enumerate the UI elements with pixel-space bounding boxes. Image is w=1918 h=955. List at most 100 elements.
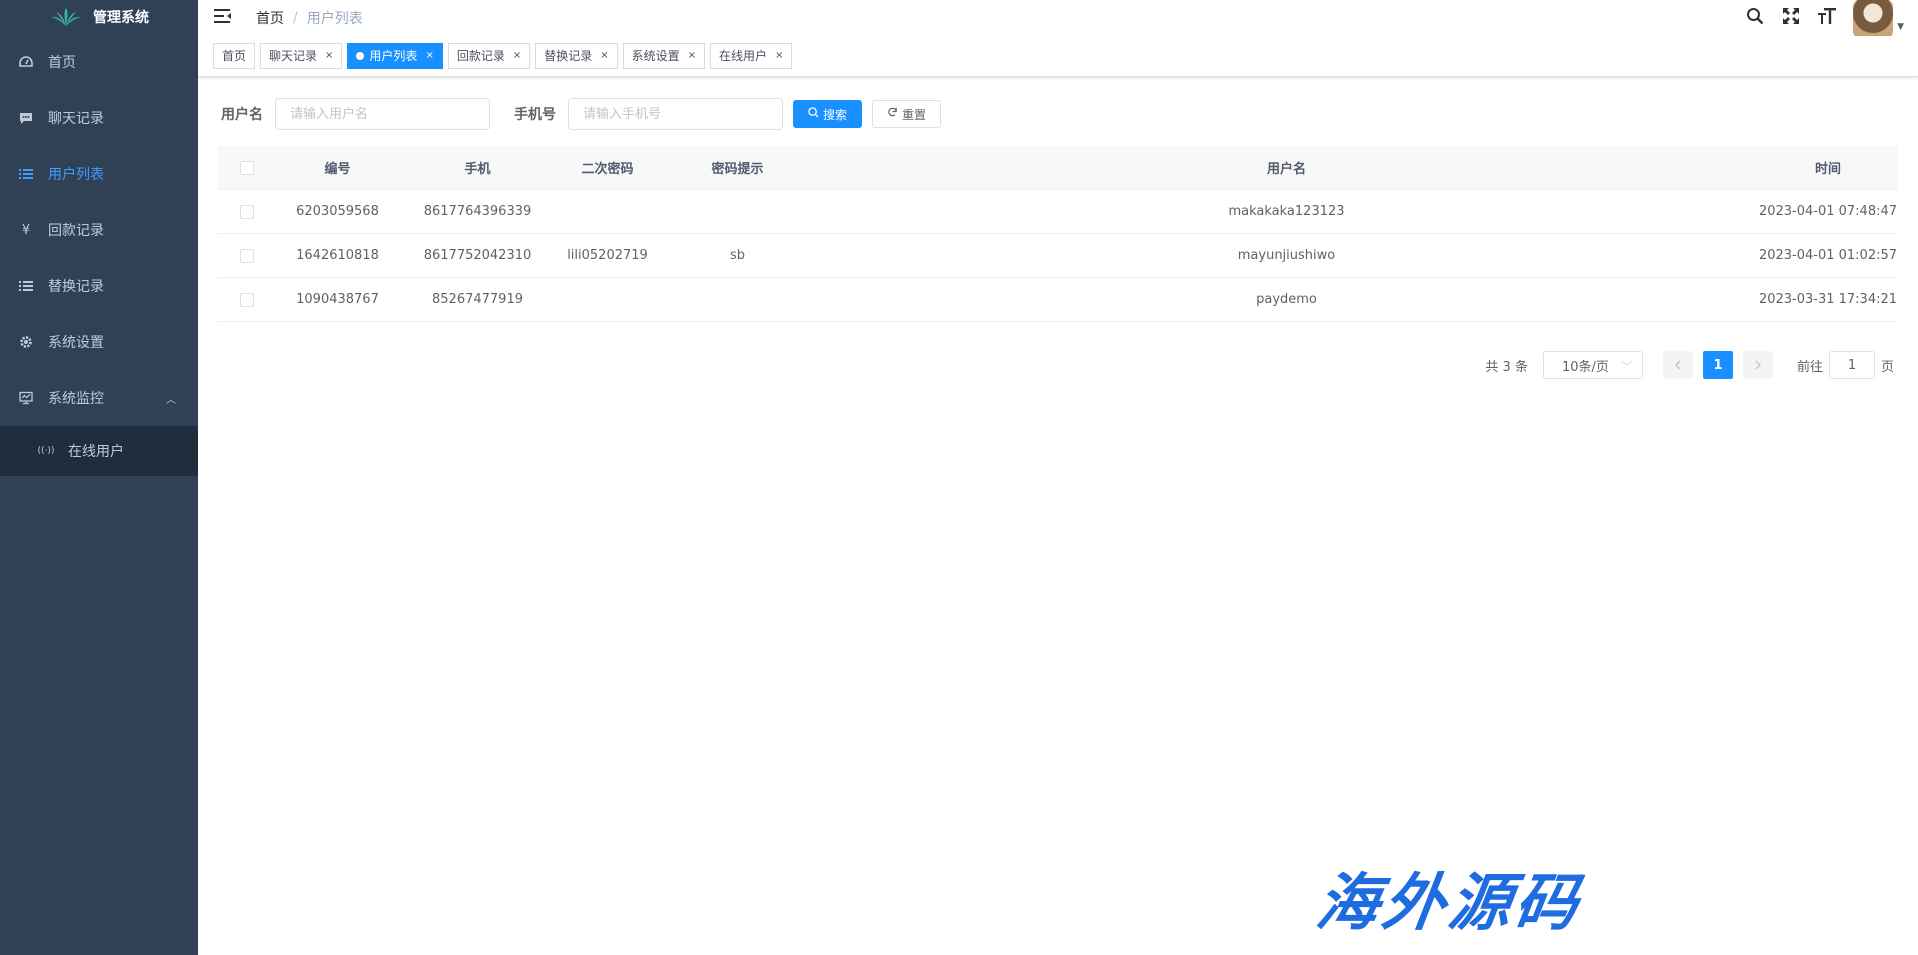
sidebar: 管理系统 首页 聊天记录 用户列表 ¥ 回款记录 替换记录 系统设置 系统监控 … — [0, 0, 198, 955]
sidebar-item-label: 在线用户 — [68, 444, 124, 460]
breadcrumb: 首页 / 用户列表 — [256, 8, 363, 28]
chat-icon — [18, 110, 34, 126]
online-icon: ((·)) — [37, 446, 55, 456]
search-icon — [808, 107, 819, 121]
goto-suffix: 页 — [1880, 359, 1894, 375]
phone-label: 手机号 — [514, 107, 556, 123]
search-form: 用户名 手机号 搜索 重置 — [221, 98, 1898, 130]
row-checkbox[interactable] — [239, 292, 254, 307]
sidebar-item-label: 替换记录 — [48, 279, 104, 295]
table-cell: 6203059568 — [296, 204, 379, 219]
tag-payment-records[interactable]: 回款记录 × — [447, 43, 531, 69]
page-jumper: 前往 页 — [1797, 351, 1894, 379]
breadcrumb-home[interactable]: 首页 — [256, 8, 284, 28]
table-cell: 1642610818 — [296, 248, 379, 263]
sidebar-item-replace-records[interactable]: 替换记录 — [0, 258, 198, 314]
username-label: 用户名 — [221, 107, 263, 123]
tag-online-users[interactable]: 在线用户 × — [710, 43, 793, 69]
goto-prefix: 前往 — [1796, 359, 1823, 375]
close-icon[interactable]: × — [513, 44, 521, 68]
table-row[interactable]: 6203059568 8617764396339 makakaka123123 … — [218, 190, 1898, 234]
table-cell: 2023-04-01 07:48:47 — [1758, 204, 1898, 219]
row-checkbox[interactable] — [239, 204, 254, 219]
row-checkbox[interactable] — [239, 248, 254, 263]
select-all-checkbox[interactable] — [239, 160, 254, 175]
breadcrumb-separator: / — [293, 10, 298, 26]
table-cell: lili05202719 — [567, 248, 648, 263]
pagination: 共 3 条 10条/页 ﹀ 1 前往 页 — [1485, 351, 1894, 379]
list-icon — [18, 278, 34, 294]
sidebar-item-home[interactable]: 首页 — [0, 34, 198, 90]
table-cell: 2023-04-01 01:02:57 — [1758, 248, 1898, 263]
sidebar-item-user-list[interactable]: 用户列表 — [0, 146, 198, 202]
table-cell: mayunjiushiwo — [1237, 248, 1336, 263]
close-icon[interactable]: × — [600, 44, 608, 68]
dashboard-icon — [18, 54, 34, 70]
avatar[interactable] — [1853, 0, 1894, 39]
search-button[interactable]: 搜索 — [793, 100, 863, 128]
column-header: 时间 — [1814, 162, 1841, 177]
fullscreen-icon[interactable] — [1781, 7, 1801, 30]
row-select-cell — [218, 204, 275, 219]
user-table: 编号 手机 二次密码 密码提示 用户名 时间 6203059568 861776… — [218, 146, 1898, 322]
next-page-button[interactable] — [1742, 351, 1773, 379]
caret-down-icon[interactable]: ▼ — [1897, 22, 1904, 32]
tag-home[interactable]: 首页 — [213, 43, 256, 69]
table-cell: 8617752042310 — [423, 248, 532, 263]
tag-label: 用户列表 — [369, 49, 418, 63]
column-header: 手机 — [464, 162, 491, 177]
sidebar-item-system-monitor[interactable]: 系统监控 ︿ — [0, 370, 198, 426]
table-row[interactable]: 1642610818 8617752042310 lili05202719 sb… — [218, 234, 1898, 278]
tag-label: 聊天记录 — [269, 49, 318, 63]
chevron-down-icon: ﹀ — [1621, 361, 1632, 373]
close-icon[interactable]: × — [688, 44, 696, 68]
table-cell: 85267477919 — [432, 292, 523, 307]
username-input[interactable] — [275, 98, 490, 130]
navbar: 首页 / 用户列表 ▼ — [198, 0, 1918, 39]
tag-replace-records[interactable]: 替换记录 × — [535, 43, 618, 69]
tag-system-settings[interactable]: 系统设置 × — [622, 43, 706, 69]
sidebar-item-label: 首页 — [48, 55, 76, 71]
sidebar-item-label: 回款记录 — [48, 223, 104, 239]
font-size-icon[interactable] — [1817, 7, 1837, 30]
search-icon[interactable] — [1745, 7, 1765, 30]
sidebar-item-label: 系统监控 — [48, 391, 104, 407]
table-cell: paydemo — [1256, 292, 1317, 307]
column-header: 二次密码 — [581, 162, 634, 177]
page-number-current[interactable]: 1 — [1702, 351, 1733, 379]
gear-icon — [18, 334, 34, 350]
menu-fold-icon[interactable] — [214, 8, 242, 29]
grass-leaf-logo-icon — [51, 8, 81, 26]
select-all-cell — [218, 160, 275, 175]
monitor-icon — [18, 390, 34, 406]
tag-label: 回款记录 — [456, 49, 505, 63]
table-cell: 8617764396339 — [423, 204, 532, 219]
tag-label: 在线用户 — [719, 49, 768, 63]
close-icon[interactable]: × — [325, 44, 333, 68]
row-select-cell — [218, 248, 275, 263]
sidebar-item-system-settings[interactable]: 系统设置 — [0, 314, 198, 370]
tag-user-list[interactable]: 用户列表 × — [347, 43, 443, 69]
app-logo[interactable]: 管理系统 — [0, 0, 198, 34]
table-cell: sb — [729, 248, 746, 263]
page-size-value: 10条/页 — [1561, 359, 1609, 375]
search-button-label: 搜索 — [823, 107, 848, 122]
sidebar-item-label: 用户列表 — [48, 167, 104, 183]
reset-button[interactable]: 重置 — [872, 100, 942, 128]
prev-page-button[interactable] — [1662, 351, 1693, 379]
page-size-select[interactable]: 10条/页 ﹀ — [1542, 351, 1643, 379]
phone-input[interactable] — [568, 98, 783, 130]
sidebar-item-online-users[interactable]: ((·)) 在线用户 — [0, 426, 198, 476]
sidebar-item-payment-records[interactable]: ¥ 回款记录 — [0, 202, 198, 258]
close-icon[interactable]: × — [425, 44, 433, 68]
breadcrumb-current: 用户列表 — [306, 11, 363, 27]
table-cell: 2023-03-31 17:34:21 — [1758, 292, 1898, 307]
table-row[interactable]: 1090438767 85267477919 paydemo 2023-03-3… — [218, 278, 1898, 322]
tag-chat-records[interactable]: 聊天记录 × — [260, 43, 343, 69]
sidebar-item-chat-records[interactable]: 聊天记录 — [0, 90, 198, 146]
goto-page-input[interactable] — [1828, 351, 1875, 379]
active-dot-icon — [356, 52, 365, 60]
close-icon[interactable]: × — [775, 44, 783, 68]
tag-label: 首页 — [222, 49, 247, 63]
chevron-up-icon: ︿ — [166, 394, 176, 406]
